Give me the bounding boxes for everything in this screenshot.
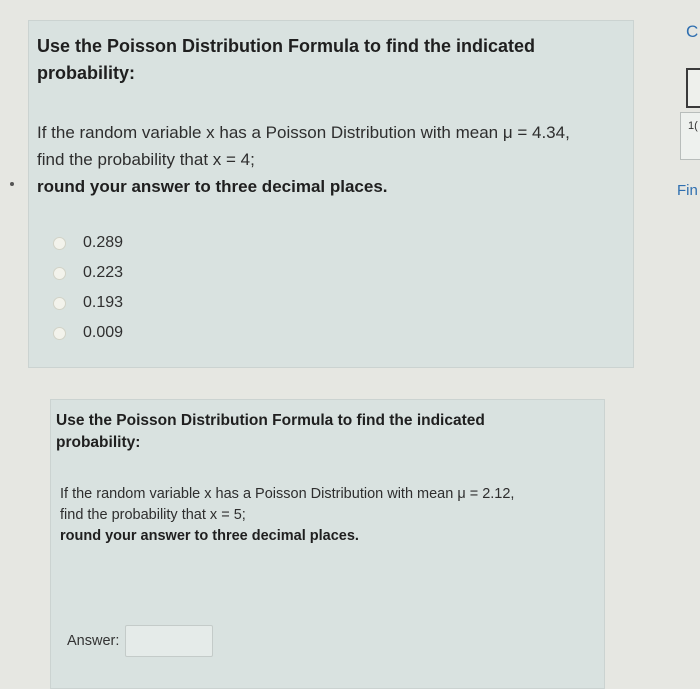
answer-label: Answer: — [67, 633, 120, 649]
radio-button[interactable] — [53, 326, 66, 340]
bullet-dot — [10, 182, 14, 186]
question-line-round: round your answer to three decimal place… — [60, 528, 359, 544]
question-line-find: find the probability that x = 4; — [37, 150, 255, 169]
question-text: If the random variable x has a Poisson D… — [60, 484, 580, 547]
option-3[interactable]: 0.193 — [53, 288, 123, 318]
question-line-mean: If the random variable x has a Poisson D… — [60, 486, 515, 502]
question-line-round: round your answer to three decimal place… — [37, 177, 388, 196]
answer-row: Answer: — [67, 625, 214, 657]
option-1[interactable]: 0.289 — [53, 228, 123, 258]
question-card-2: Use the Poisson Distribution Formula to … — [50, 399, 605, 689]
option-label: 0.289 — [83, 234, 124, 251]
option-2[interactable]: 0.223 — [53, 258, 123, 288]
radio-button[interactable] — [53, 236, 66, 250]
option-label: 0.193 — [83, 294, 124, 311]
option-label: 0.009 — [83, 324, 124, 341]
radio-button[interactable] — [53, 296, 66, 310]
question-card-1: Use the Poisson Distribution Formula to … — [28, 20, 634, 368]
finish-link[interactable]: Fin — [677, 182, 698, 199]
question-title: Use the Poisson Distribution Formula to … — [37, 36, 536, 83]
option-label: 0.223 — [83, 264, 124, 281]
right-panel-letter: C — [686, 22, 699, 41]
question-line-find: find the probability that x = 5; — [60, 507, 246, 523]
radio-button[interactable] — [53, 266, 66, 280]
question-text: If the random variable x has a Poisson D… — [37, 119, 607, 200]
right-panel-number: 1( — [688, 120, 698, 132]
right-panel-box[interactable] — [686, 68, 700, 108]
question-line-mean: If the random variable x has a Poisson D… — [37, 123, 570, 142]
option-4[interactable]: 0.009 — [53, 318, 123, 348]
answer-options: 0.289 0.223 0.193 0.009 — [53, 228, 123, 348]
question-title: Use the Poisson Distribution Formula to … — [56, 412, 485, 451]
answer-input[interactable] — [125, 625, 214, 657]
